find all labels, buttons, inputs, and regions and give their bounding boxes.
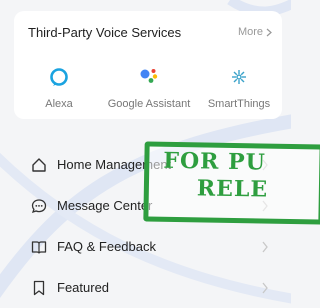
menu-item-home-management[interactable]: Home Management [0,144,291,185]
menu-item-label: Home Management [57,157,172,172]
google-assistant-icon [104,66,194,88]
bookmark-icon [30,279,48,297]
menu-item-label: Message Center [57,198,153,213]
chevron-right-icon [262,200,268,211]
voice-services-card: Third-Party Voice Services More Alexa Go… [14,11,282,119]
more-label: More [237,26,263,38]
menu-list: Home Management Message Center FAQ & Fee… [0,144,291,308]
chevron-right-icon [262,282,268,293]
service-alexa[interactable]: Alexa [14,66,104,110]
voice-services-title: Third-Party Voice Services [28,25,182,40]
book-icon [30,238,48,256]
alexa-icon [14,66,104,88]
service-label: Alexa [45,98,73,110]
service-label: SmartThings [207,98,271,110]
chevron-right-icon [262,241,268,252]
chat-bubble-icon [30,197,48,215]
more-link[interactable]: More [238,26,272,38]
service-google-assistant[interactable]: Google Assistant [104,66,194,110]
smartthings-icon [194,66,284,88]
chevron-right-icon [262,159,268,170]
menu-item-label: Featured [57,280,110,295]
menu-item-featured[interactable]: Featured [0,267,291,308]
menu-item-faq-feedback[interactable]: FAQ & Feedback [0,226,291,267]
menu-item-label: FAQ & Feedback [57,239,156,254]
service-label: Google Assistant [107,98,191,110]
menu-item-message-center[interactable]: Message Center [0,185,291,226]
chevron-right-icon [266,28,272,36]
home-icon [30,156,48,174]
service-smartthings[interactable]: SmartThings [194,66,284,110]
